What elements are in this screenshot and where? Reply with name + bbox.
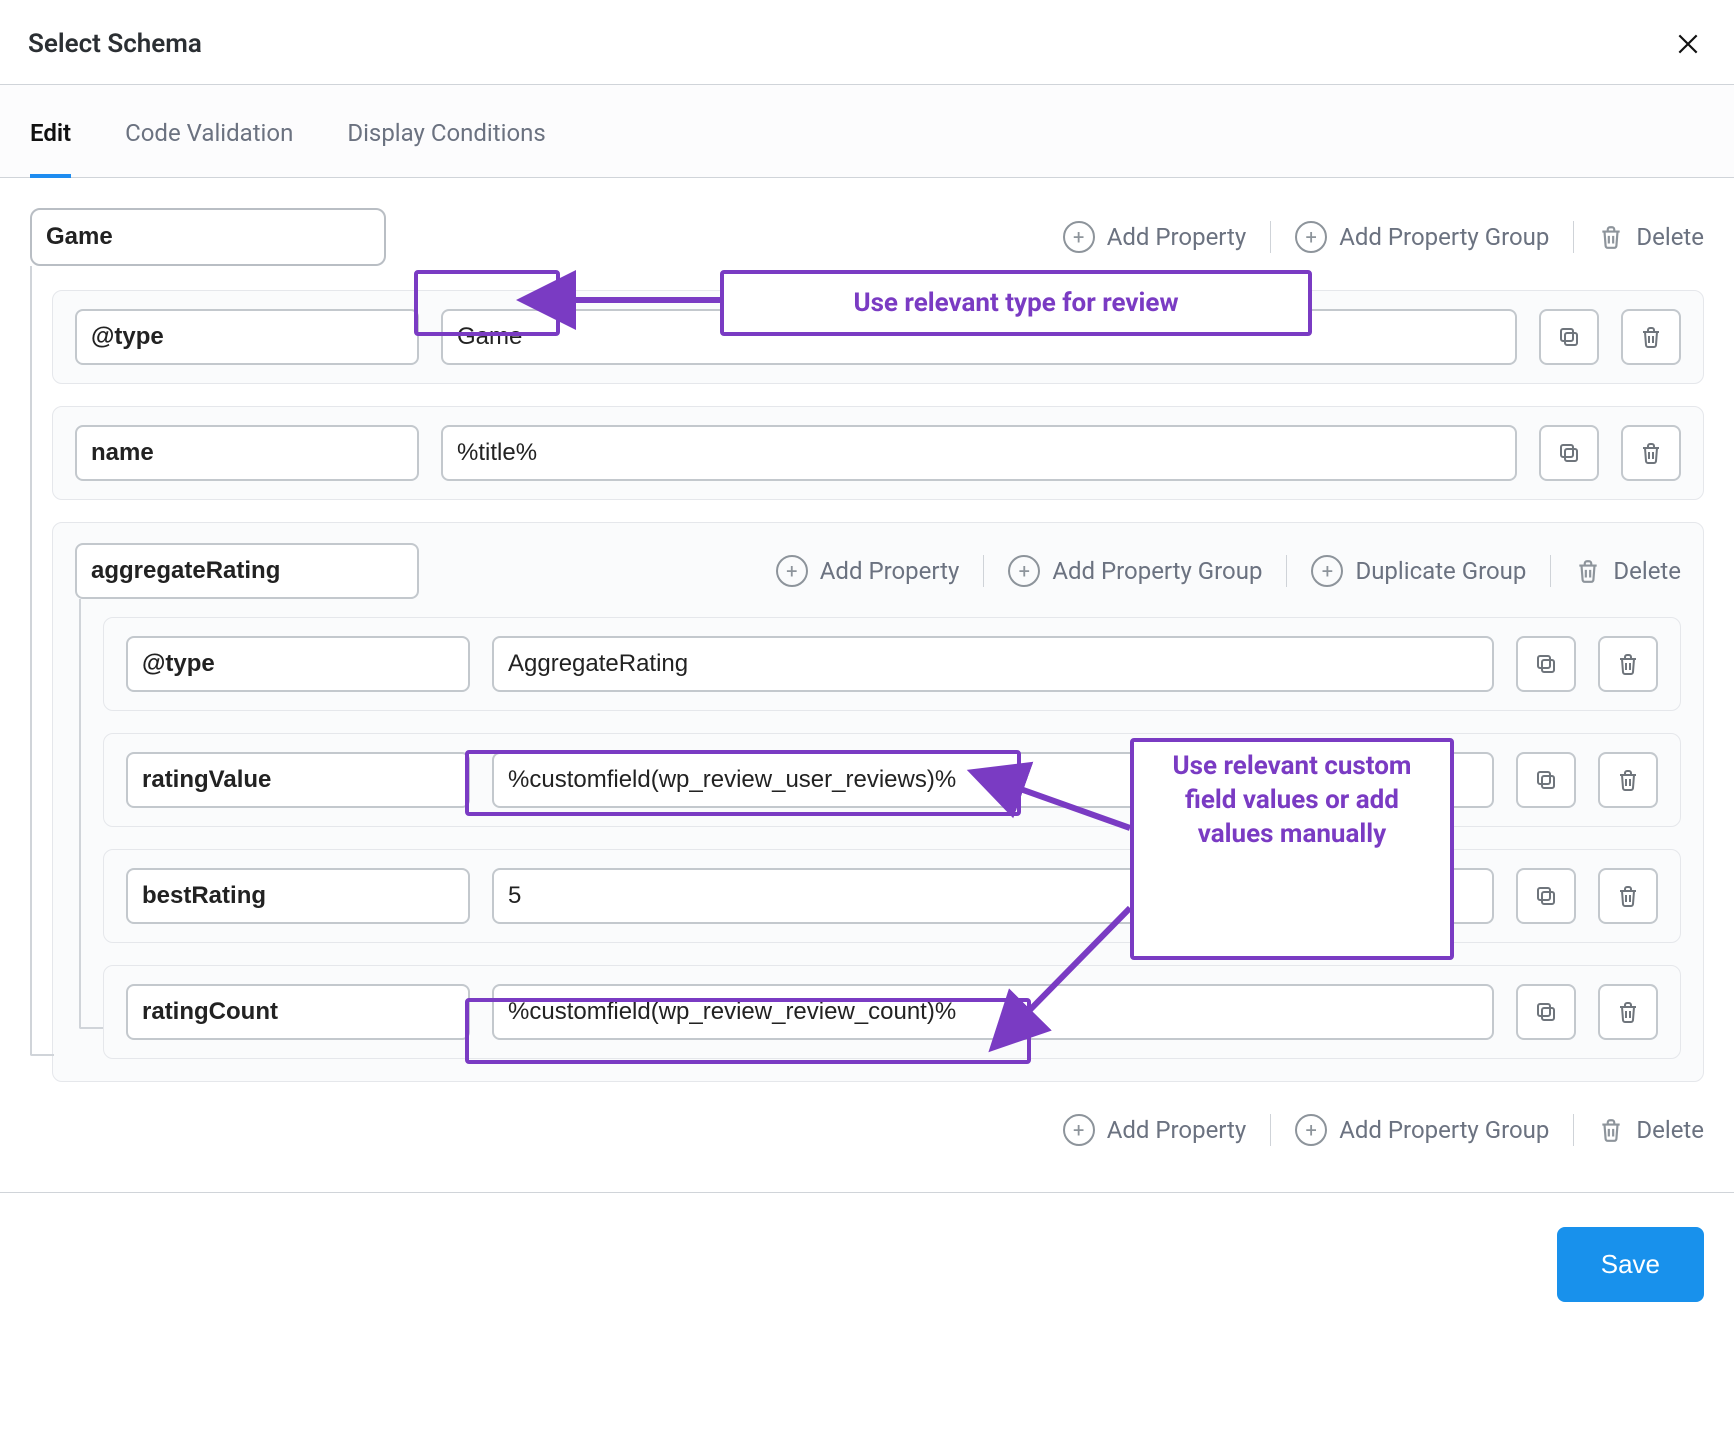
trash-icon bbox=[1598, 1117, 1624, 1143]
plus-circle-icon: + bbox=[776, 555, 808, 587]
tabs: Edit Code Validation Display Conditions bbox=[0, 84, 1734, 178]
annotation-note: Use relevant custom field values or add … bbox=[1130, 738, 1454, 960]
property-group: + Add Property + Add Property Group + Du… bbox=[52, 522, 1704, 1082]
plus-circle-icon: + bbox=[1311, 555, 1343, 587]
delete-label: Delete bbox=[1636, 1116, 1704, 1144]
add-property-label: Add Property bbox=[1107, 223, 1247, 251]
delete-schema-button[interactable]: Delete bbox=[1598, 223, 1704, 251]
property-row bbox=[103, 965, 1681, 1059]
property-row bbox=[52, 406, 1704, 500]
delete-button[interactable] bbox=[1598, 636, 1658, 692]
delete-label: Delete bbox=[1636, 223, 1704, 251]
trash-icon bbox=[1598, 224, 1624, 250]
plus-circle-icon: + bbox=[1063, 221, 1095, 253]
property-key-input[interactable] bbox=[126, 984, 470, 1040]
schema-root-type-input[interactable] bbox=[30, 208, 386, 266]
divider bbox=[1286, 555, 1287, 587]
add-property-group-label: Add Property Group bbox=[1339, 223, 1549, 251]
copy-button[interactable] bbox=[1516, 636, 1576, 692]
plus-circle-icon: + bbox=[1063, 1114, 1095, 1146]
modal-title: Select Schema bbox=[28, 29, 202, 59]
add-property-group-button[interactable]: + Add Property Group bbox=[1295, 221, 1549, 253]
plus-circle-icon: + bbox=[1295, 221, 1327, 253]
plus-circle-icon: + bbox=[1295, 1114, 1327, 1146]
property-value-input[interactable] bbox=[492, 984, 1494, 1040]
annotation-text: Use relevant custom field values or add … bbox=[1152, 750, 1432, 851]
add-property-button[interactable]: + Add Property bbox=[1063, 221, 1247, 253]
divider bbox=[1270, 1114, 1271, 1146]
annotation-note: Use relevant type for review bbox=[720, 270, 1312, 336]
divider bbox=[1270, 221, 1271, 253]
delete-button[interactable] bbox=[1621, 425, 1681, 481]
add-property-group-label: Add Property Group bbox=[1339, 1116, 1549, 1144]
add-property-label: Add Property bbox=[1107, 1116, 1247, 1144]
group-add-property-group-button[interactable]: + Add Property Group bbox=[1008, 555, 1262, 587]
delete-button[interactable] bbox=[1621, 309, 1681, 365]
add-property-label: Add Property bbox=[820, 557, 960, 585]
delete-button[interactable] bbox=[1598, 868, 1658, 924]
copy-button[interactable] bbox=[1539, 309, 1599, 365]
divider bbox=[1573, 1114, 1574, 1146]
copy-button[interactable] bbox=[1539, 425, 1599, 481]
close-icon[interactable] bbox=[1670, 26, 1706, 62]
property-value-input[interactable] bbox=[441, 425, 1517, 481]
delete-label: Delete bbox=[1613, 557, 1681, 585]
group-duplicate-button[interactable]: + Duplicate Group bbox=[1311, 555, 1526, 587]
tab-display-conditions[interactable]: Display Conditions bbox=[347, 85, 545, 177]
duplicate-group-label: Duplicate Group bbox=[1355, 557, 1526, 585]
divider bbox=[983, 555, 984, 587]
copy-button[interactable] bbox=[1516, 984, 1576, 1040]
tab-edit[interactable]: Edit bbox=[30, 85, 71, 177]
divider bbox=[1573, 221, 1574, 253]
delete-schema-button[interactable]: Delete bbox=[1598, 1116, 1704, 1144]
property-row bbox=[103, 617, 1681, 711]
annotation-text: Use relevant type for review bbox=[853, 288, 1178, 318]
divider bbox=[1550, 555, 1551, 587]
trash-icon bbox=[1575, 558, 1601, 584]
property-key-input[interactable] bbox=[75, 425, 419, 481]
delete-button[interactable] bbox=[1598, 752, 1658, 808]
group-name-input[interactable] bbox=[75, 543, 419, 599]
delete-button[interactable] bbox=[1598, 984, 1658, 1040]
property-key-input[interactable] bbox=[75, 309, 419, 365]
plus-circle-icon: + bbox=[1008, 555, 1040, 587]
save-button[interactable]: Save bbox=[1557, 1227, 1704, 1302]
tab-code-validation[interactable]: Code Validation bbox=[125, 85, 293, 177]
add-property-group-label: Add Property Group bbox=[1052, 557, 1262, 585]
group-delete-button[interactable]: Delete bbox=[1575, 557, 1681, 585]
property-key-input[interactable] bbox=[126, 868, 470, 924]
property-key-input[interactable] bbox=[126, 636, 470, 692]
property-key-input[interactable] bbox=[126, 752, 470, 808]
add-property-button[interactable]: + Add Property bbox=[1063, 1114, 1247, 1146]
copy-button[interactable] bbox=[1516, 868, 1576, 924]
group-add-property-button[interactable]: + Add Property bbox=[776, 555, 960, 587]
property-value-input[interactable] bbox=[492, 636, 1494, 692]
add-property-group-button[interactable]: + Add Property Group bbox=[1295, 1114, 1549, 1146]
copy-button[interactable] bbox=[1516, 752, 1576, 808]
